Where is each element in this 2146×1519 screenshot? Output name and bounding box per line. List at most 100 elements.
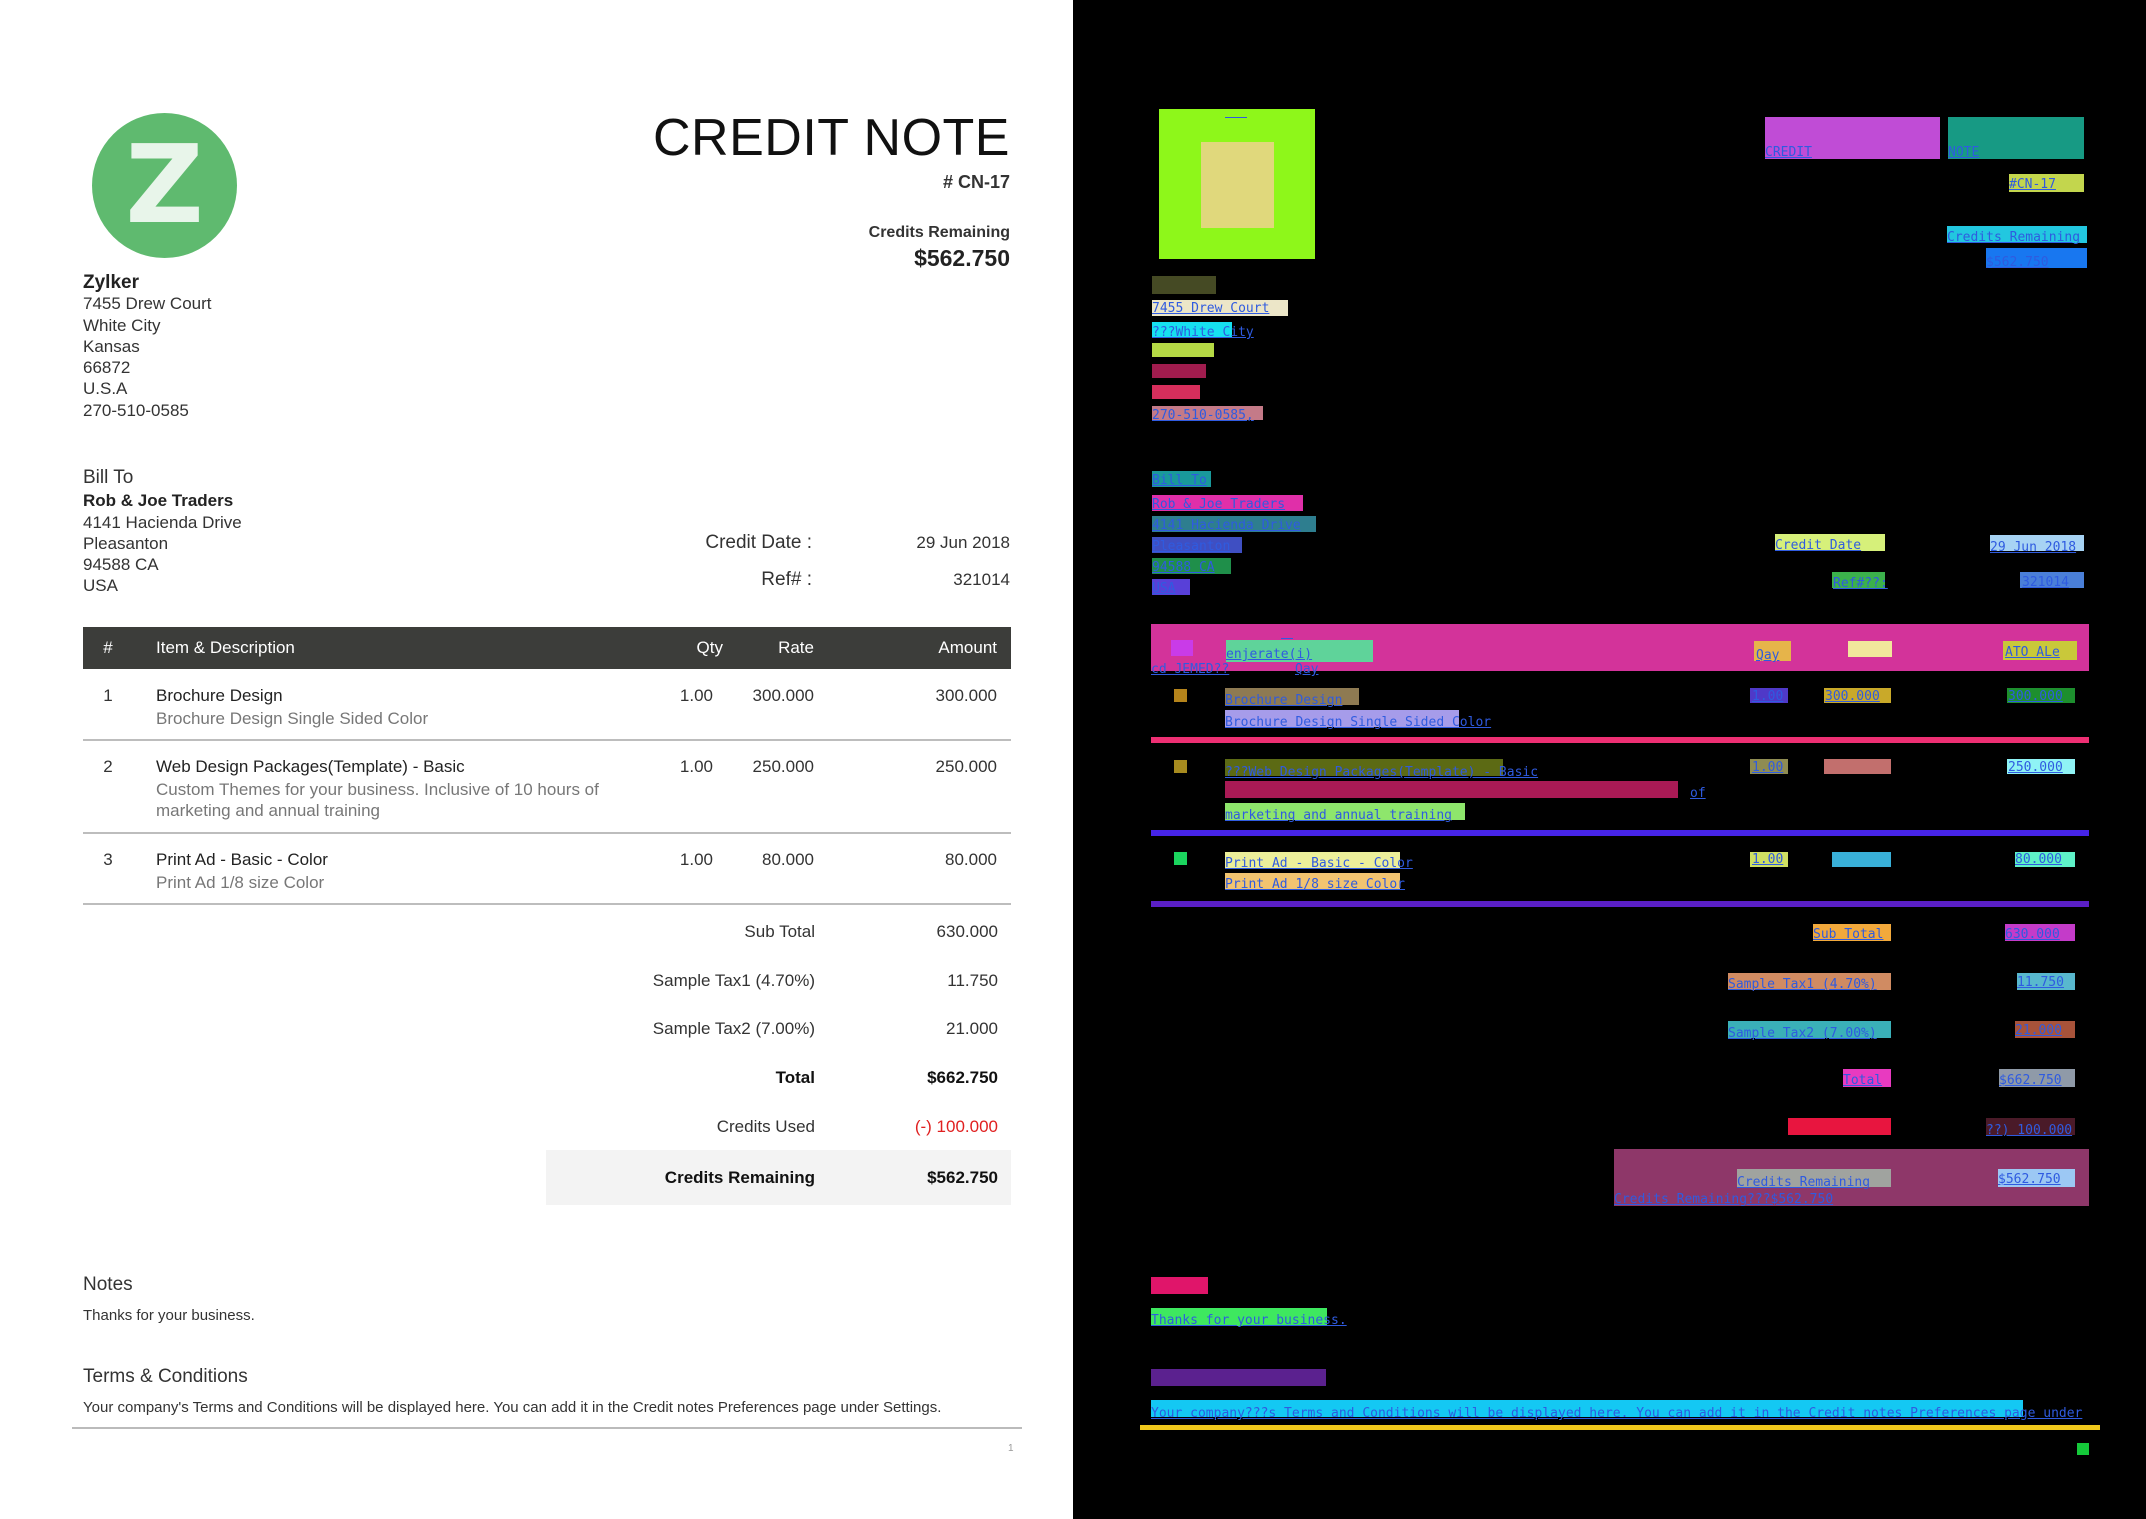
row-item-description: Brochure Design Single Sided Color [156,709,429,728]
overlay-cr-total-value: $562.750 [1998,1172,2061,1187]
row-item-name: Brochure Design [156,686,283,705]
org-address-line: Kansas [83,336,140,356]
org-address-line: 7455 Drew Court [83,294,212,314]
overlay-billto-line1: 4141 Hacienda Drive [1152,518,1301,533]
overlay-cr-total-label: Credits Remaining [1737,1175,1871,1190]
row-item-description: marketing and annual training [156,801,380,820]
overlay-tax2: Sample Tax2 (7.00%) [1728,1026,1877,1041]
credits-used-value: (-) 100.000 [914,1117,998,1136]
overlay-page-number-box [2077,1443,2089,1455]
header-rate: Rate [778,638,814,657]
bill-to-address-line: 94588 CA [83,555,159,575]
overlay-org-phone: 270-510-0585, [1152,408,1254,423]
tax2-label: Sample Tax2 (7.00%) [652,1019,815,1038]
header-item: Item & Description [156,638,295,657]
overlay-row-qty: 1.00 [1752,689,1784,704]
tax1-label: Sample Tax1 (4.70%) [652,971,815,990]
overlay-row-rate-box [1832,852,1891,867]
overlay-header-num-box [1171,640,1193,656]
overlay-row-name: Print Ad - Basic - Color [1225,856,1413,871]
bill-to-name: Rob & Joe Traders [83,491,234,511]
overlay-row-rate: 300.000 [1825,689,1880,704]
overlay-tax1: Sample Tax1 (4.70%) [1728,977,1877,992]
credits-remaining-total-value: $562.750 [927,1168,998,1187]
overlay-header-under-1: cd JEMED?? [1151,662,1230,677]
overlay-billto-line4: USA [1152,581,1176,596]
overlay-row-amount: 250.000 [2008,760,2063,775]
overlay-header-under-2: Qay [1295,662,1319,677]
document-title: CREDIT NOTE [652,109,1010,167]
page-number: 1 [1008,1443,1014,1454]
credits-remaining-label: Credits Remaining [868,224,1010,241]
overlay-row-desc-end: of [1690,786,1706,801]
overlay-row-desc-box [1225,781,1678,798]
overlay-row-num-box [1174,689,1187,702]
sub-total-value: 630.000 [936,922,998,941]
notes-heading: Notes [83,1274,133,1295]
debug-overlay: CREDIT NOTE #CN-17 Credits Remaining $56… [1073,0,2146,1519]
credit-date-label: Credit Date : [705,532,812,553]
overlay-title-1: CREDIT [1765,145,1812,160]
organization-address: Zylker 7455 Drew Court White City Kansas… [83,272,212,421]
table-row: 1 Brochure Design Brochure Design Single… [83,684,1011,744]
tax2-value: 21.000 [946,1019,998,1038]
overlay-terms-heading-box [1151,1369,1326,1386]
overlay-row-name: ???Web Design Packages(Template) - Basic [1225,765,1539,780]
overlay-billto-line3: 94588 CA [1152,560,1215,575]
overlay-row-rate-box [1824,759,1891,774]
overlay-credit-date: Credit Date [1775,538,1862,553]
overlay-logo-mark [1225,117,1247,118]
overlay-row-divider [1151,901,2089,907]
row-amount: 80.000 [945,850,997,869]
header-num: # [103,638,113,657]
overlay-row-name: Brochure Design [1225,693,1343,708]
overlay-org-line1: 7455 Drew Court [1152,301,1270,316]
row-rate: 300.000 [752,686,814,705]
overlay-header-mark [1281,638,1293,639]
overlay-header-rate-box [1848,641,1892,657]
credit-date-value: 29 Jun 2018 [916,533,1010,552]
overlay-row-qty: 1.00 [1752,760,1784,775]
terms-text: Your company's Terms and Conditions will… [83,1399,942,1416]
row-divider [83,903,1011,905]
row-rate: 250.000 [752,757,814,776]
bill-to-label: Bill To [83,467,134,488]
overlay-cr-amount: $562.750 [1986,255,2049,270]
tax1-value: 11.750 [947,971,998,990]
org-address-line: U.S.A [83,379,128,399]
org-address-line: White City [83,315,161,335]
overlay-terms-text: Your company???s Terms and Conditions wi… [1151,1406,2083,1421]
overlay-org-name-box [1152,276,1216,294]
overlay-org-line2: ???White City [1152,325,1254,340]
row-qty: 1.00 [679,757,713,776]
overlay-row-amount: 80.000 [2015,852,2062,867]
sub-total-label: Sub Total [744,922,815,941]
overlay-number: #CN-17 [2009,177,2056,192]
credits-used-label: Credits Used [716,1117,815,1136]
overlay-org-line-box [1152,364,1206,378]
overlay-org-line-box [1152,385,1200,399]
overlay-total-value: $662.750 [1999,1073,2062,1088]
overlay-row-num-box [1174,760,1187,773]
row-item-description: Print Ad 1/8 size Color [156,873,325,892]
footer-divider [72,1427,1022,1429]
overlay-tax2-value: 21.000 [2015,1023,2062,1038]
row-number: 1 [103,686,113,705]
bill-to-address-line: 4141 Hacienda Drive [83,512,242,532]
row-rate: 80.000 [762,850,814,869]
overlay-footer-divider [1140,1425,2100,1430]
org-address-line: 66872 [83,358,131,378]
row-item-name: Print Ad - Basic - Color [156,850,328,869]
overlay-row-desc: Brochure Design Single Sided Color [1225,715,1492,730]
overlay-org-line-box [1152,343,1214,357]
overlay-row-qty: 1.00 [1752,852,1784,867]
total-value: $662.750 [927,1068,998,1087]
ref-label: Ref# : [761,569,812,590]
overlay-credits-used-box [1788,1118,1891,1135]
overlay-row-desc: marketing and annual training [1225,808,1452,823]
header-qty: Qty [696,638,723,657]
notes-text: Thanks for your business. [83,1307,255,1324]
overlay-notes-heading-box [1151,1277,1208,1294]
logo-letter: Z [125,122,204,248]
row-qty: 1.00 [679,850,713,869]
